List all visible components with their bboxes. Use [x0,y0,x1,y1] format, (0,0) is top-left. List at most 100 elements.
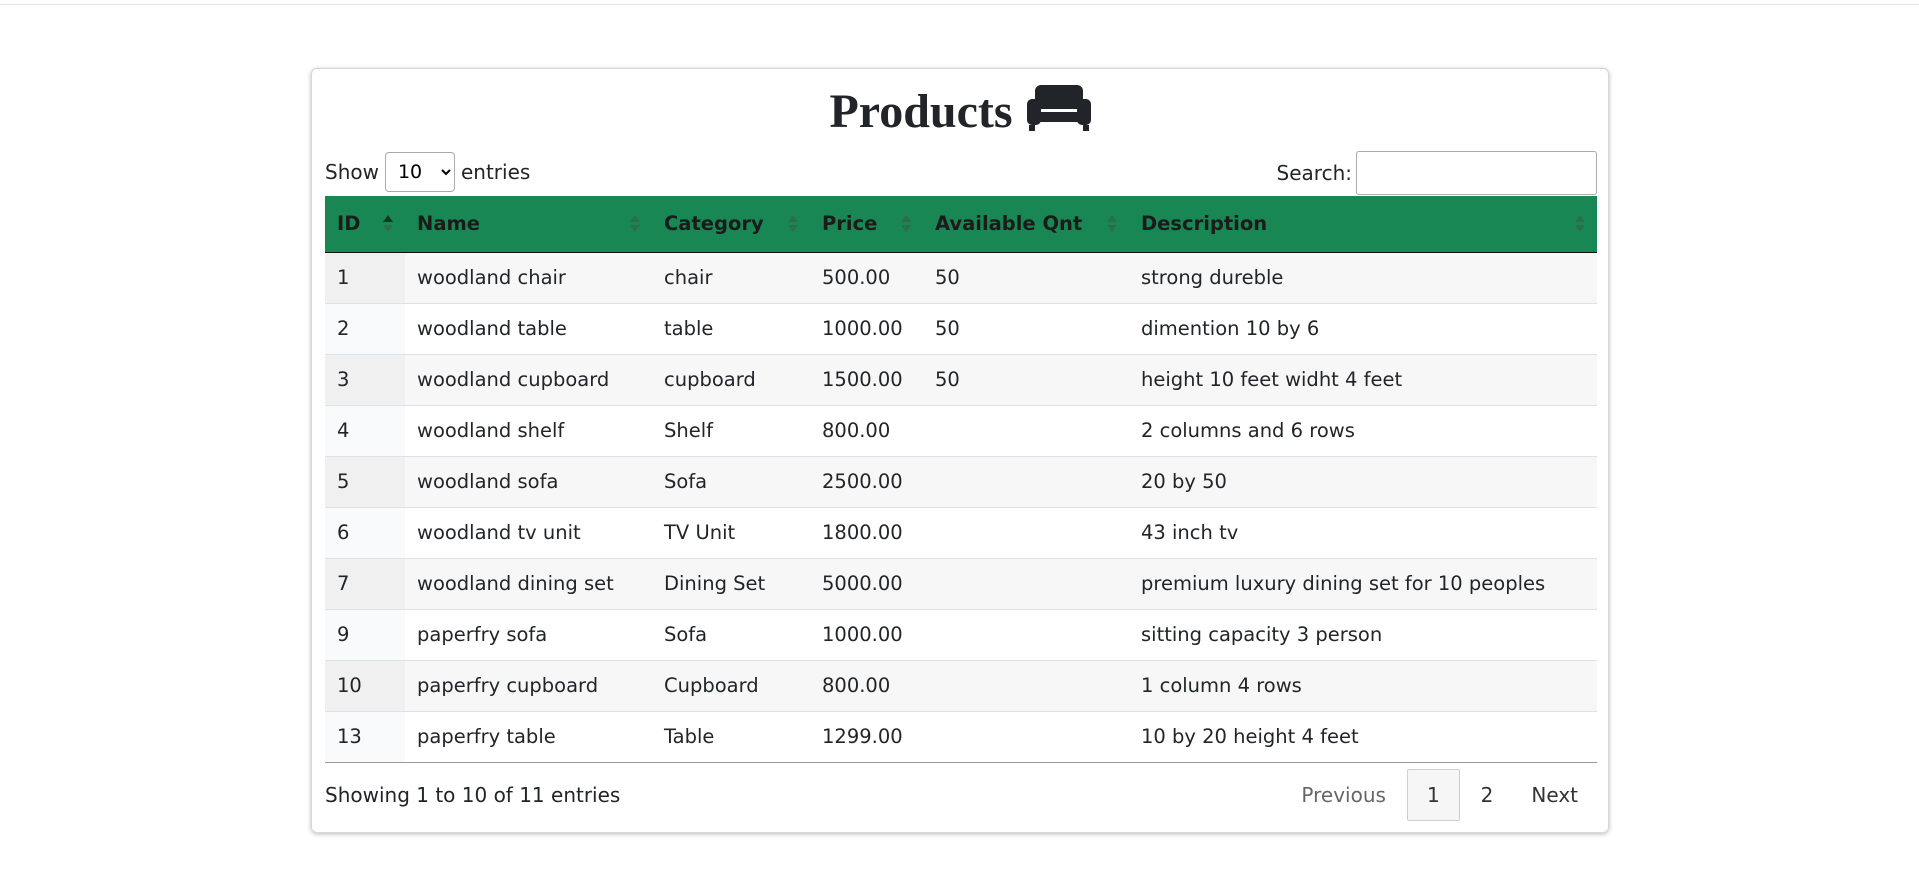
cell-category: Dining Set [664,572,766,595]
products-card: Products Show 10 entries Search: ID Name… [311,68,1609,833]
table-row: 3 woodland cupboard cupboard 1500.00 50 heigh… [325,354,1597,405]
column-header-price[interactable]: Price [810,196,923,253]
cell-available-qnt [923,507,1129,558]
cell-price: 1500.00 [822,368,903,391]
table-row: 6 woodland tv unit TV Unit 1800.00 43 inch t… [325,507,1597,558]
cell-description: 10 by 20 height 4 feet [1141,725,1359,748]
cell-available-qnt [923,456,1129,507]
cell-available-qnt: 50 [935,266,960,289]
cell-category: Table [664,725,715,748]
cell-available-qnt: 50 [935,368,960,391]
cell-category: Cupboard [664,674,759,697]
page-1-button[interactable]: 1 [1406,769,1460,821]
column-header-category[interactable]: Category [652,196,810,253]
cell-description: 20 by 50 [1141,470,1227,493]
cell-id: 4 [325,405,405,456]
cell-price: 1000.00 [822,317,903,340]
cell-available-qnt [923,660,1129,711]
table-info: Showing 1 to 10 of 11 entries [325,783,621,807]
table-header: ID Name Category Price Available Qnt Des… [325,196,1597,253]
column-header-name[interactable]: Name [405,196,652,253]
page-length-select[interactable]: 10 [384,152,455,192]
header-row: ID Name Category Price Available Qnt Des… [325,196,1597,253]
table-row: 13 paperfry table Table 1299.00 10 by 20 hei… [325,711,1597,762]
cell-description: premium luxury dining set for 10 peoples [1141,572,1546,595]
cell-description: strong dureble [1141,266,1284,289]
table-controls: Show 10 entries Search: [325,151,1597,195]
cell-category: Sofa [664,470,708,493]
page-length-control: Show 10 entries [325,151,530,193]
cell-description: 43 inch tv [1141,521,1239,544]
products-table: ID Name Category Price Available Qnt Des… [325,196,1597,763]
table-row: 1 woodland chair chair 500.00 50 strong dureb… [325,252,1597,303]
sort-icon [1575,213,1585,235]
cell-description: 2 columns and 6 rows [1141,419,1355,442]
cell-available-qnt: 50 [935,317,960,340]
cell-name: woodland shelf [417,419,565,442]
table-row: 9 paperfry sofa Sofa 1000.00 sitting capacit… [325,609,1597,660]
cell-price: 500.00 [822,266,891,289]
cell-category: TV Unit [664,521,736,544]
cell-name: woodland tv unit [417,521,581,544]
column-header-description[interactable]: Description [1129,196,1597,253]
cell-category: Sofa [664,623,708,646]
page-title: Products [312,83,1608,141]
cell-id: 9 [325,609,405,660]
cell-description: 1 column 4 rows [1141,674,1302,697]
cell-id: 2 [325,303,405,354]
sort-ascending-icon [383,213,393,235]
column-header-id[interactable]: ID [325,196,405,253]
cell-price: 1000.00 [822,623,903,646]
cell-available-qnt [923,609,1129,660]
cell-price: 1800.00 [822,521,903,544]
cell-id: 13 [325,711,405,762]
previous-button[interactable]: Previous [1284,769,1403,821]
sort-icon [901,213,911,235]
search-control: Search: [1277,151,1597,195]
cell-price: 2500.00 [822,470,903,493]
cell-name: paperfry cupboard [417,674,599,697]
cell-category: Shelf [664,419,714,442]
sofa-icon [1026,83,1091,131]
table-body: 1 woodland chair chair 500.00 50 strong dureb… [325,252,1597,762]
cell-name: woodland table [417,317,567,340]
cell-available-qnt [923,558,1129,609]
cell-available-qnt [923,711,1129,762]
cell-description: sitting capacity 3 person [1141,623,1383,646]
cell-description: dimention 10 by 6 [1141,317,1320,340]
cell-name: woodland sofa [417,470,559,493]
cell-price: 5000.00 [822,572,903,595]
entries-label: entries [460,160,531,184]
cell-category: table [664,317,714,340]
table-row: 2 woodland table table 1000.00 50 dimention 1… [325,303,1597,354]
cell-price: 1299.00 [822,725,903,748]
pagination: Previous 1 2 Next [1280,769,1595,821]
cell-name: woodland dining set [417,572,614,595]
cell-id: 7 [325,558,405,609]
top-divider [0,4,1919,5]
column-header-available-qnt[interactable]: Available Qnt [923,196,1129,253]
cell-name: woodland cupboard [417,368,610,391]
show-label: Show [325,160,379,184]
cell-id: 10 [325,660,405,711]
search-input[interactable] [1356,151,1597,195]
cell-id: 1 [325,252,405,303]
table-row: 4 woodland shelf Shelf 800.00 2 columns and … [325,405,1597,456]
cell-price: 800.00 [822,419,891,442]
next-button[interactable]: Next [1514,769,1595,821]
page-2-button[interactable]: 2 [1464,769,1511,821]
cell-name: paperfry table [417,725,556,748]
sort-icon [788,213,798,235]
cell-id: 5 [325,456,405,507]
table-row: 7 woodland dining set Dining Set 5000.00 pre… [325,558,1597,609]
cell-name: paperfry sofa [417,623,548,646]
sort-icon [630,213,640,235]
cell-description: height 10 feet widht 4 feet [1141,368,1403,391]
cell-category: cupboard [664,368,756,391]
cell-price: 800.00 [822,674,891,697]
cell-name: woodland chair [417,266,566,289]
cell-category: chair [664,266,713,289]
table-row: 5 woodland sofa Sofa 2500.00 20 by 50 [325,456,1597,507]
page-title-text: Products [829,85,1013,138]
sort-icon [1107,213,1117,235]
